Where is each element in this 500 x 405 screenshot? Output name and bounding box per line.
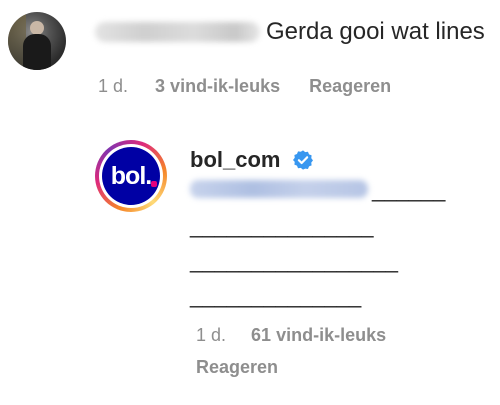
commenter-avatar[interactable] xyxy=(8,12,66,70)
blurred-username[interactable] xyxy=(95,22,260,42)
comment-timestamp[interactable]: 1 d. xyxy=(98,76,128,97)
comment-reply-button[interactable]: Reageren xyxy=(309,76,391,97)
reply-avatar[interactable]: bol. xyxy=(95,140,167,212)
reply-meta: 1 d. 61 vind-ik-leuks xyxy=(196,325,386,346)
avatar-photo-head xyxy=(30,21,44,35)
avatar-photo-body xyxy=(23,34,51,70)
verified-badge-icon xyxy=(293,150,313,170)
reply-username[interactable]: bol_com xyxy=(190,147,280,173)
reply-timestamp[interactable]: 1 d. xyxy=(196,325,226,346)
reply-line: _______________ xyxy=(190,213,374,238)
blurred-mention[interactable] xyxy=(190,180,368,198)
reply-reply-button[interactable]: Reageren xyxy=(196,357,278,378)
bol-logo-text: bol. xyxy=(111,162,158,191)
reply-comment: bol. bol_com ______ _______________ ____… xyxy=(0,125,500,405)
comment-meta: 1 d. 3 vind-ik-leuks Reageren xyxy=(98,76,391,97)
bol-logo: bol. xyxy=(102,147,160,205)
reply-line: ______________ xyxy=(190,283,362,308)
reply-line: _________________ xyxy=(190,248,399,273)
comment-likes[interactable]: 3 vind-ik-leuks xyxy=(155,76,280,97)
reply-likes[interactable]: 61 vind-ik-leuks xyxy=(251,325,386,346)
comment-text: Gerda gooi wat lines xyxy=(266,18,485,45)
comment: Gerda gooi wat lines 1 d. 3 vind-ik-leuk… xyxy=(0,0,500,110)
reply-line: ______ xyxy=(372,177,446,202)
bol-logo-dot xyxy=(151,180,158,187)
